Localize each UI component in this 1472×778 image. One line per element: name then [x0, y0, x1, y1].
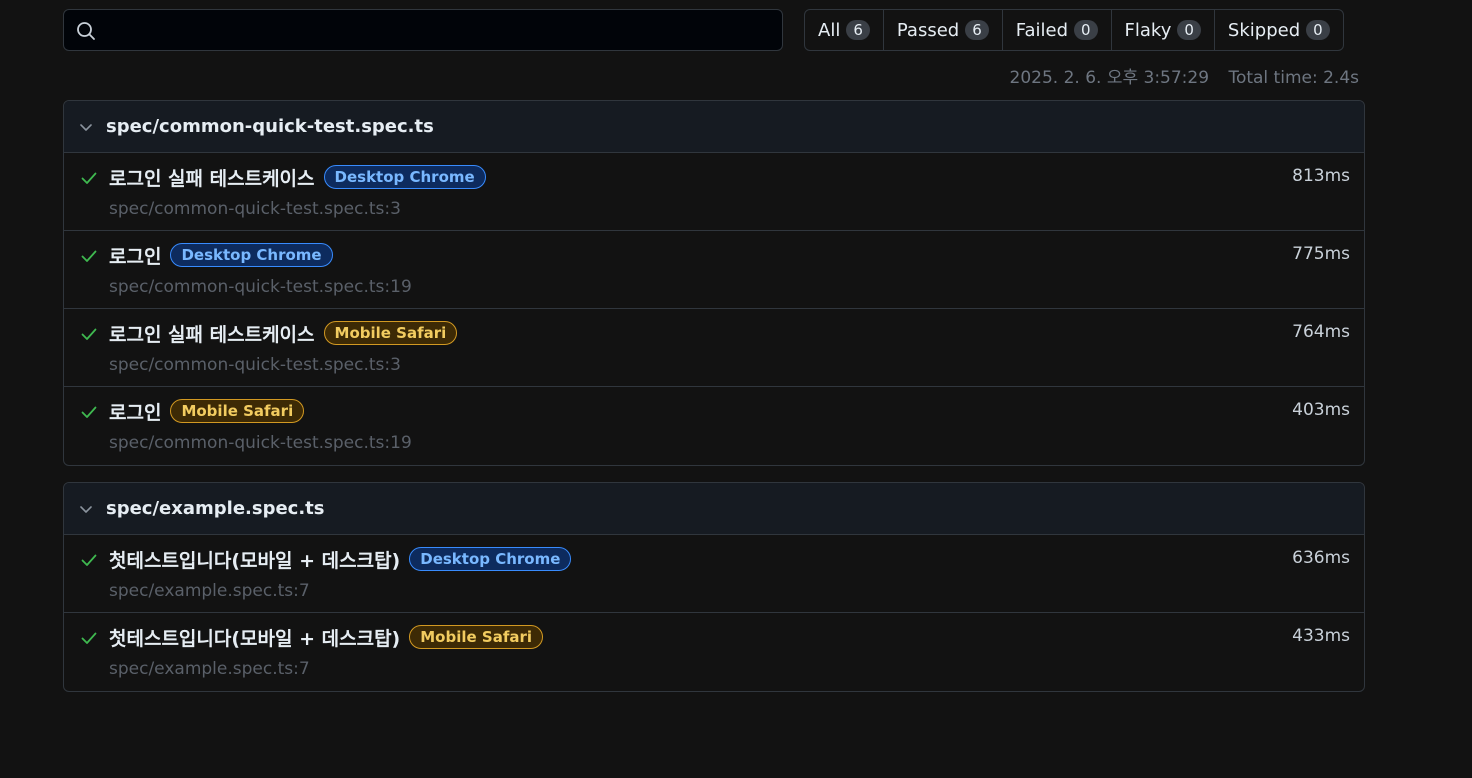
project-tag[interactable]: Desktop Chrome — [409, 547, 572, 571]
test-duration: 433ms — [1292, 626, 1350, 646]
test-title-line: 로그인 실패 테스트케이스 Mobile Safari — [109, 319, 458, 347]
file-group-title: spec/example.spec.ts — [106, 498, 325, 519]
test-title-line: 로그인 실패 테스트케이스 Desktop Chrome — [109, 163, 486, 191]
project-tag[interactable]: Mobile Safari — [409, 625, 544, 649]
test-title[interactable]: 첫테스트입니다(모바일 + 데스크탑) — [109, 624, 400, 651]
filter-count: 0 — [1074, 20, 1098, 40]
filter-failed[interactable]: Failed 0 — [1003, 10, 1112, 50]
filter-label: Skipped — [1227, 19, 1301, 41]
run-timestamp: 2025. 2. 6. 오후 3:57:29 — [1009, 68, 1210, 88]
test-title[interactable]: 로그인 — [109, 398, 161, 425]
test-duration: 775ms — [1292, 244, 1350, 264]
test-groups: spec/common-quick-test.spec.ts 로그인 실패 테스트… — [63, 100, 1365, 692]
project-tag[interactable]: Mobile Safari — [170, 399, 305, 423]
status-filters: All 6 Passed 6 Failed 0 Flaky 0 Skipped … — [804, 9, 1344, 51]
test-location: spec/common-quick-test.spec.ts:19 — [109, 277, 412, 297]
report-container: All 6 Passed 6 Failed 0 Flaky 0 Skipped … — [63, 9, 1365, 692]
test-title[interactable]: 로그인 — [109, 242, 161, 269]
filter-count: 6 — [965, 20, 989, 40]
test-duration: 813ms — [1292, 166, 1350, 186]
filter-passed[interactable]: Passed 6 — [884, 10, 1003, 50]
test-location: spec/common-quick-test.spec.ts:19 — [109, 433, 412, 453]
check-icon — [81, 554, 97, 566]
test-row[interactable]: 로그인 실패 테스트케이스 Mobile Safari spec/common-qu… — [64, 309, 1364, 387]
test-title[interactable]: 로그인 실패 테스트케이스 — [109, 320, 315, 347]
test-title-line: 첫테스트입니다(모바일 + 데스크탑) Mobile Safari — [109, 623, 544, 651]
run-meta: 2025. 2. 6. 오후 3:57:29 Total time: 2.4s — [63, 63, 1360, 88]
test-row[interactable]: 로그인 실패 테스트케이스 Desktop Chrome spec/common-q… — [64, 153, 1364, 231]
filter-all[interactable]: All 6 — [805, 10, 884, 50]
test-title[interactable]: 첫테스트입니다(모바일 + 데스크탑) — [109, 546, 400, 573]
chevron-down-icon — [80, 123, 92, 131]
file-group-title: spec/common-quick-test.spec.ts — [106, 116, 434, 137]
test-title-line: 로그인 Mobile Safari — [109, 397, 305, 425]
check-icon — [81, 632, 97, 644]
search-icon — [77, 22, 95, 40]
test-row[interactable]: 로그인 Desktop Chrome spec/common-quick-test.… — [64, 231, 1364, 309]
filter-label: All — [818, 19, 841, 41]
file-group-header[interactable]: spec/example.spec.ts — [64, 483, 1364, 535]
total-time: Total time: 2.4s — [1228, 68, 1359, 88]
top-bar: All 6 Passed 6 Failed 0 Flaky 0 Skipped … — [63, 9, 1365, 52]
test-location: spec/common-quick-test.spec.ts:3 — [109, 355, 401, 375]
filter-flaky[interactable]: Flaky 0 — [1112, 10, 1215, 50]
test-duration: 764ms — [1292, 322, 1350, 342]
filter-count: 0 — [1306, 20, 1330, 40]
test-row[interactable]: 첫테스트입니다(모바일 + 데스크탑) Desktop Chrome spec/ex… — [64, 535, 1364, 613]
filter-count: 0 — [1177, 20, 1201, 40]
test-title-line: 첫테스트입니다(모바일 + 데스크탑) Desktop Chrome — [109, 545, 572, 573]
project-tag[interactable]: Desktop Chrome — [170, 243, 333, 267]
check-icon — [81, 328, 97, 340]
search-box[interactable] — [63, 9, 783, 52]
test-location: spec/example.spec.ts:7 — [109, 581, 310, 601]
test-title-line: 로그인 Desktop Chrome — [109, 241, 333, 269]
check-icon — [81, 250, 97, 262]
file-group-header[interactable]: spec/common-quick-test.spec.ts — [64, 101, 1364, 153]
file-group: spec/common-quick-test.spec.ts 로그인 실패 테스트… — [63, 100, 1365, 466]
test-duration: 636ms — [1292, 548, 1350, 568]
project-tag[interactable]: Desktop Chrome — [323, 165, 486, 189]
test-row[interactable]: 첫테스트입니다(모바일 + 데스크탑) Mobile Safari spec/exa… — [64, 613, 1364, 691]
filter-label: Failed — [1015, 19, 1068, 41]
filter-count: 6 — [846, 20, 870, 40]
file-group: spec/example.spec.ts 첫테스트입니다(모바일 + 데스크탑) D… — [63, 482, 1365, 692]
test-location: spec/example.spec.ts:7 — [109, 659, 310, 679]
filter-label: Passed — [896, 19, 960, 41]
test-location: spec/common-quick-test.spec.ts:3 — [109, 199, 401, 219]
check-icon — [81, 172, 97, 184]
test-title[interactable]: 로그인 실패 테스트케이스 — [109, 164, 315, 191]
check-icon — [81, 406, 97, 418]
filter-label: Flaky — [1124, 19, 1172, 41]
project-tag[interactable]: Mobile Safari — [323, 321, 458, 345]
search-input[interactable] — [108, 10, 774, 52]
chevron-down-icon — [80, 505, 92, 513]
test-duration: 403ms — [1292, 400, 1350, 420]
test-row[interactable]: 로그인 Mobile Safari spec/common-quick-test.s… — [64, 387, 1364, 465]
filter-skipped[interactable]: Skipped 0 — [1215, 10, 1343, 50]
